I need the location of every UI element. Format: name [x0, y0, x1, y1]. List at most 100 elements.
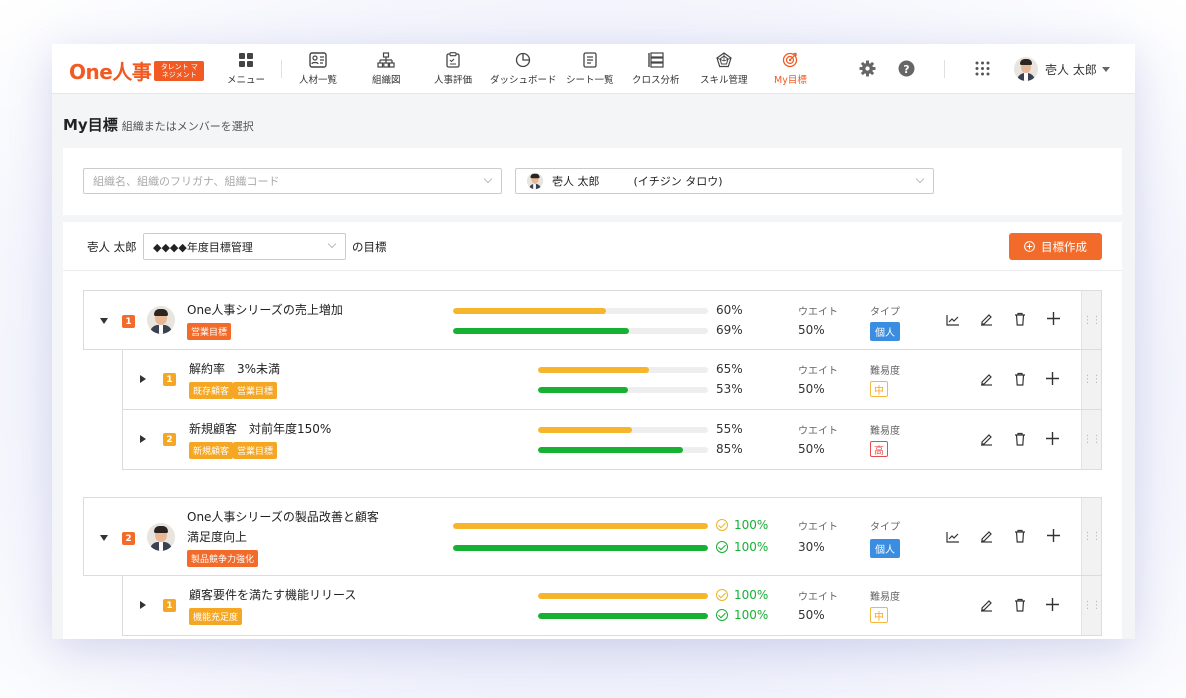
goals-suffix: の目標 [352, 240, 387, 254]
type-badge: 個人 [870, 539, 900, 558]
add-child-icon[interactable] [1045, 597, 1060, 612]
add-child-icon[interactable] [1046, 311, 1061, 326]
org-chart-icon [377, 52, 395, 68]
goal-tags: 既存顧客 営業目標 [189, 382, 278, 399]
progress-percent: 69% [716, 323, 743, 337]
nav-label: 人事評価 [434, 75, 473, 86]
progress-bar-rating [453, 545, 708, 551]
add-child-icon[interactable] [1045, 371, 1060, 386]
edit-pencil-icon[interactable] [980, 598, 993, 612]
sub-goal-card[interactable]: 2 新規顧客 対前年度150% 新規顧客 営業目標 55% 85% ウエイト 50… [122, 409, 1102, 470]
drag-handle-icon[interactable]: ⋮⋮ [1081, 498, 1102, 575]
progress-bar-self [538, 593, 708, 599]
goal-card[interactable]: 2 One人事シリーズの製品改善と顧客 満足度向上 製品競争力強化 100% 1… [83, 497, 1102, 576]
sub-goal-card[interactable]: 1 解約率 3%未満 既存顧客 営業目標 65% 53% ウエイト 50% 難易度… [122, 349, 1102, 410]
nav-talent-list[interactable]: 人材一覧 [299, 44, 337, 94]
drag-handle-icon[interactable]: ⋮⋮ [1081, 410, 1102, 469]
goal-tag: 営業目標 [233, 442, 278, 459]
period-select[interactable]: ◆◆◆◆年度目標管理 [143, 233, 346, 260]
member-select[interactable]: 壱人 太郎 (イチジン タロウ) [515, 168, 934, 194]
collapse-toggle-icon[interactable] [100, 535, 108, 541]
check-circle-icon [716, 541, 728, 553]
progress-percent: 55% [716, 422, 743, 436]
sub-goal-card[interactable]: 1 顧客要件を満たす機能リリース 機能充足度 100% 100% ウエイト 50… [122, 575, 1102, 636]
trash-icon[interactable] [1014, 372, 1026, 386]
progress-percent: 53% [716, 382, 743, 396]
drag-handle-icon[interactable]: ⋮⋮ [1081, 350, 1102, 409]
expand-toggle-icon[interactable] [140, 601, 146, 609]
goal-tag: 新規顧客 [189, 442, 234, 459]
progress-percent: 100% [716, 588, 768, 602]
progress-bar-self [538, 427, 708, 433]
progress-bar-self [538, 367, 708, 373]
progress-bar-rating [538, 387, 708, 393]
apps-grid-icon[interactable] [975, 61, 990, 76]
nav-skill-management[interactable]: スキル管理 [700, 44, 748, 94]
drag-handle-icon[interactable]: ⋮⋮ [1081, 291, 1102, 349]
progress-bar-rating [538, 447, 708, 453]
chevron-down-icon [483, 174, 493, 184]
person-card-icon [309, 52, 327, 68]
goal-title[interactable]: 新規顧客 対前年度150% [189, 419, 331, 439]
trash-icon[interactable] [1014, 598, 1026, 612]
user-menu[interactable]: 壱人 太郎 [1014, 57, 1110, 81]
app-window: One人事 タレント マネジメント メニュー 人材一覧 組織図 人事評価 ダッシ… [52, 44, 1135, 639]
nav-my-goals[interactable]: My目標 [774, 44, 807, 94]
goal-title[interactable]: 解約率 3%未満 [189, 359, 280, 379]
trash-icon[interactable] [1014, 529, 1026, 543]
add-child-icon[interactable] [1045, 431, 1060, 446]
nav-evaluation[interactable]: 人事評価 [434, 44, 472, 94]
expand-toggle-icon[interactable] [140, 375, 146, 383]
goal-title[interactable]: 顧客要件を満たす機能リリース [189, 585, 356, 605]
edit-pencil-icon[interactable] [980, 432, 993, 446]
goal-number-badge: 1 [122, 315, 135, 328]
edit-pencil-icon[interactable] [980, 312, 993, 326]
nav-label: 人材一覧 [299, 75, 338, 86]
edit-pencil-icon[interactable] [980, 529, 993, 543]
weight-label: ウエイト [798, 592, 838, 603]
drag-handle-icon[interactable]: ⋮⋮ [1081, 576, 1102, 635]
avatar [147, 523, 175, 551]
goal-tags: 機能充足度 [189, 608, 243, 625]
goal-card[interactable]: 1 One人事シリーズの売上増加 営業目標 60% 69% ウエイト 50% タ… [83, 290, 1102, 350]
trash-icon[interactable] [1014, 432, 1026, 446]
create-goal-button[interactable]: 目標作成 [1009, 233, 1102, 260]
trash-icon[interactable] [1014, 312, 1026, 326]
add-child-icon[interactable] [1046, 528, 1061, 543]
nav-label: メニュー [227, 75, 266, 86]
check-circle-icon [716, 609, 728, 621]
pie-chart-icon [516, 52, 531, 68]
weight-value: 50% [798, 608, 825, 622]
weight-label: ウエイト [798, 426, 838, 437]
nav-cross-analysis[interactable]: クロス分析 [632, 44, 680, 94]
nav-label: シート一覧 [566, 75, 614, 86]
goal-title-line2[interactable]: 満足度向上 [187, 527, 247, 547]
progress-bar-self [453, 523, 708, 529]
weight-value: 30% [798, 540, 825, 554]
nav-sheet-list[interactable]: シート一覧 [566, 44, 614, 94]
goal-owner: 壱人 太郎 [87, 240, 137, 254]
line-chart-icon[interactable] [946, 314, 960, 326]
goal-title[interactable]: One人事シリーズの売上増加 [187, 300, 343, 320]
progress-percent: 100% [716, 518, 768, 532]
line-chart-icon[interactable] [946, 531, 960, 543]
nav-org-chart[interactable]: 組織図 [372, 44, 401, 94]
goal-number-badge: 2 [163, 433, 176, 446]
org-search-select[interactable]: 組織名、組織のフリガナ、組織コード [83, 168, 502, 194]
goal-number-badge: 2 [122, 532, 135, 545]
progress-percent: 65% [716, 362, 743, 376]
collapse-toggle-icon[interactable] [100, 318, 108, 324]
help-icon[interactable]: ? [898, 60, 915, 77]
logo[interactable]: One人事 タレント マネジメント [69, 56, 205, 85]
avatar [1014, 57, 1038, 81]
gear-icon[interactable] [859, 60, 876, 77]
type-label: タイプ [870, 522, 900, 533]
goal-title[interactable]: One人事シリーズの製品改善と顧客 [187, 507, 379, 527]
avatar [526, 172, 544, 190]
nav-menu[interactable]: メニュー [227, 44, 265, 94]
expand-toggle-icon[interactable] [140, 435, 146, 443]
edit-pencil-icon[interactable] [980, 372, 993, 386]
nav-dashboard[interactable]: ダッシュボード [490, 44, 557, 94]
nav-label: My目標 [774, 75, 807, 86]
selection-panel: 組織名、組織のフリガナ、組織コード 壱人 太郎 (イチジン タロウ) [63, 148, 1122, 215]
